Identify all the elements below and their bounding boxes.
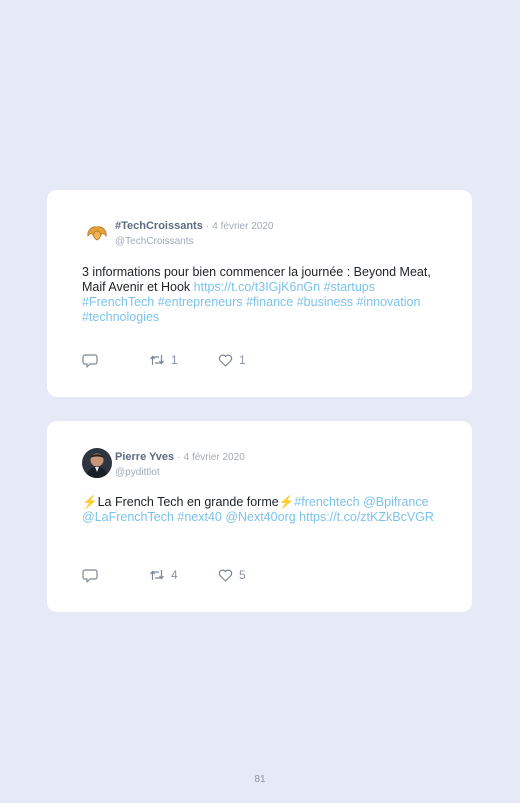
avatar[interactable] bbox=[82, 448, 112, 478]
retweet-count: 4 bbox=[171, 568, 178, 582]
tweet-text: 3 informations pour bien commencer la jo… bbox=[82, 265, 442, 325]
page-number: 81 bbox=[254, 774, 266, 785]
tweet-text: ⚡La French Tech en grande forme⚡#frencht… bbox=[82, 495, 442, 525]
retweet-button[interactable]: 1 bbox=[149, 353, 218, 367]
retweet-count: 1 bbox=[171, 353, 178, 367]
like-button[interactable]: 1 bbox=[218, 353, 246, 367]
separator: · bbox=[177, 452, 181, 463]
lightning-emoji: ⚡ bbox=[82, 495, 98, 509]
avatar[interactable] bbox=[82, 218, 112, 248]
lightning-emoji: ⚡ bbox=[278, 495, 295, 509]
tweet-header: #TechCroissants · 4 février 2020 @TechCr… bbox=[115, 219, 273, 248]
reply-button[interactable] bbox=[82, 353, 149, 368]
reply-icon bbox=[82, 568, 98, 583]
like-count: 5 bbox=[239, 568, 246, 582]
tweet-actions: 4 5 bbox=[82, 567, 246, 583]
author-handle[interactable]: @TechCroissants bbox=[115, 235, 273, 248]
retweet-icon bbox=[150, 570, 164, 580]
tweet-text-plain: La French Tech en grande forme bbox=[97, 495, 279, 509]
author-name[interactable]: Pierre Yves bbox=[115, 451, 174, 463]
heart-icon bbox=[218, 354, 233, 367]
author-name[interactable]: #TechCroissants bbox=[115, 220, 203, 232]
author-handle[interactable]: @pydittlot bbox=[115, 466, 245, 479]
reply-icon bbox=[82, 353, 98, 368]
tweet-header: Pierre Yves · 4 février 2020 @pydittlot bbox=[115, 450, 245, 479]
retweet-button[interactable]: 4 bbox=[149, 568, 218, 582]
profile-photo bbox=[82, 448, 112, 478]
like-button[interactable]: 5 bbox=[218, 568, 246, 582]
tweet-actions: 1 1 bbox=[82, 352, 246, 368]
croissant-icon bbox=[82, 218, 112, 248]
tweet-card[interactable]: #TechCroissants · 4 février 2020 @TechCr… bbox=[47, 190, 472, 397]
like-count: 1 bbox=[239, 353, 246, 367]
reply-button[interactable] bbox=[82, 568, 149, 583]
tweet-card[interactable]: Pierre Yves · 4 février 2020 @pydittlot … bbox=[47, 421, 472, 612]
tweet-date[interactable]: 4 février 2020 bbox=[184, 452, 245, 463]
retweet-icon bbox=[150, 355, 164, 365]
tweet-date[interactable]: 4 février 2020 bbox=[212, 221, 273, 232]
separator: · bbox=[205, 221, 210, 232]
heart-icon bbox=[218, 569, 233, 582]
